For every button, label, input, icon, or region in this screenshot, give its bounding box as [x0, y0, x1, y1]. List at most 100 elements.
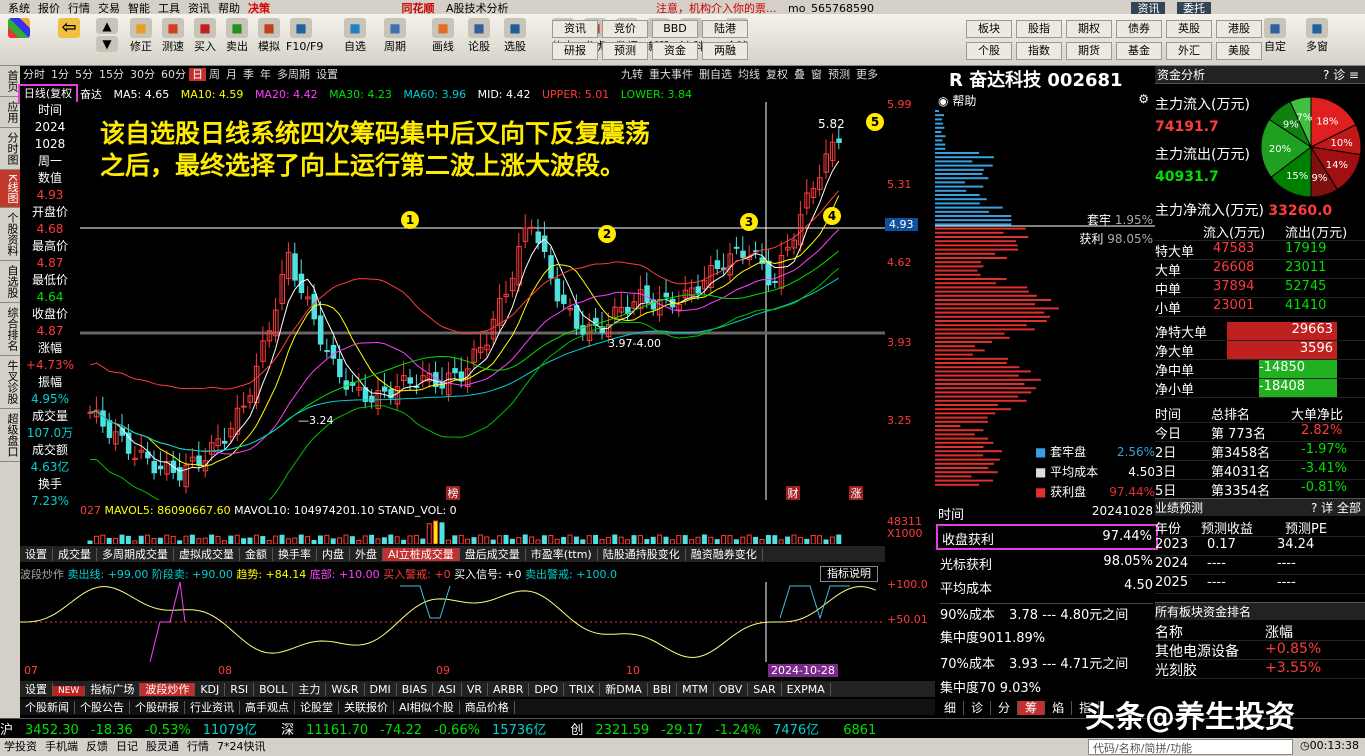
toolbar-button[interactable]: ■ 模拟 [254, 18, 284, 54]
index-quote[interactable]: 创 2321.59 -29.17 -1.24% 7476亿 [570, 723, 831, 738]
side-tab[interactable]: 分时图 [0, 128, 20, 170]
toolbar-button[interactable]: ■ F10/F9 [286, 18, 323, 54]
period-tab[interactable]: 设置 [313, 68, 341, 81]
chart-tool-button[interactable]: 九转 [618, 68, 646, 81]
side-tab[interactable]: 个股资料 [0, 208, 20, 262]
news-tab[interactable]: 个股公告 [75, 701, 130, 714]
news-tab[interactable]: 个股新闻 [20, 701, 75, 714]
indicator-tab[interactable]: W&R [326, 683, 365, 696]
volume-tab[interactable]: AI立桩成交量 [383, 548, 460, 561]
oscillator-chart[interactable] [20, 582, 885, 662]
indicator-tab[interactable]: SAR [748, 683, 782, 696]
bottom-link[interactable]: 反馈 [86, 740, 108, 753]
index-quote[interactable]: 沪 3452.30 -18.36 -0.53% 11079亿 [0, 723, 269, 738]
menu-item[interactable]: 智能 [128, 2, 150, 14]
toolbar-button[interactable]: ■ 周期 [380, 18, 410, 54]
news-tab[interactable]: 个股研报 [130, 701, 185, 714]
toolbar-button[interactable]: ■ 论股 [464, 18, 494, 54]
bottom-link[interactable]: 日记 [116, 740, 138, 753]
period-tab[interactable]: 季 [240, 68, 257, 81]
volume-tab[interactable]: 融资融券变化 [685, 548, 763, 561]
menu-item[interactable]: 资讯 [188, 2, 210, 14]
news-tab[interactable]: 论股堂 [295, 701, 339, 714]
menu-item[interactable]: 行情 [68, 2, 90, 14]
toolbar-button[interactable]: ■ 自选 [340, 18, 370, 54]
indicator-tab[interactable]: BIAS [396, 683, 434, 696]
volume-tab[interactable]: 盘后成交量 [459, 548, 526, 561]
side-tab[interactable]: 首页 [0, 66, 20, 97]
quick-link-button[interactable]: 债券 [1116, 20, 1162, 38]
chart-mode-label[interactable]: 日线(复权 [18, 84, 78, 104]
quick-link-button[interactable]: 英股 [1166, 20, 1212, 38]
chart-tool-button[interactable]: 复权 [763, 68, 791, 81]
quick-link-button[interactable]: 预测 [602, 42, 648, 60]
volume-tab[interactable]: 外盘 [350, 548, 383, 561]
indicator-tab[interactable]: ASI [433, 683, 462, 696]
volume-chart[interactable] [20, 518, 885, 544]
quick-link-button[interactable]: 资讯 [552, 20, 598, 38]
news-tab[interactable]: 商品价格 [459, 701, 515, 714]
news-tab[interactable]: 行业资讯 [185, 701, 240, 714]
volume-tab[interactable]: 成交量 [53, 548, 97, 561]
quick-link-button[interactable]: 资金 [652, 42, 698, 60]
menu-item[interactable]: 报价 [38, 2, 60, 14]
menu-item[interactable]: 交易 [98, 2, 120, 14]
toolbar-button[interactable]: ■ 买入 [190, 18, 220, 54]
menu-item[interactable]: 系统 [8, 2, 30, 14]
bottom-link[interactable]: 学投资 [4, 740, 37, 753]
indicator-tab[interactable]: BOLL [254, 683, 294, 696]
quick-link-button[interactable]: 板块 [966, 20, 1012, 38]
period-tab[interactable]: 月 [223, 68, 240, 81]
volume-tab[interactable]: 市盈率(ttm) [525, 548, 598, 561]
chip-tab[interactable]: 焰 [1045, 701, 1073, 715]
bottom-link[interactable]: 7*24快讯 [217, 740, 266, 753]
quick-link-button[interactable]: 基金 [1116, 42, 1162, 60]
indicator-tab[interactable]: RSI [225, 683, 255, 696]
volume-tab[interactable]: 陆股通持股变化 [597, 548, 686, 561]
side-tab[interactable]: 超级盘口 [0, 409, 20, 463]
volume-tab[interactable]: 金额 [240, 548, 273, 561]
news-tab[interactable]: 关联报价 [339, 701, 394, 714]
side-tab[interactable]: 自选股 [0, 261, 20, 304]
search-input[interactable]: 代码/名称/简拼/功能 [1088, 739, 1293, 755]
help-icon[interactable]: ◉ [938, 94, 948, 108]
bottom-link[interactable]: 手机端 [45, 740, 78, 753]
indicator-tab[interactable]: BBI [647, 683, 678, 696]
period-tab[interactable]: 日 [189, 68, 206, 81]
quick-link-button[interactable]: 期货 [1066, 42, 1112, 60]
indicator-tab[interactable]: DPO [529, 683, 565, 696]
chart-tool-button[interactable]: 更多 [853, 68, 881, 81]
up-icon[interactable]: ▲ ▼ [92, 18, 122, 54]
quick-link-button[interactable]: BBD [652, 20, 698, 38]
indicator-tab[interactable]: OBV [713, 683, 749, 696]
perf-all-link[interactable]: 全部 [1337, 501, 1361, 515]
toolbar-button[interactable]: ■ 卖出 [222, 18, 252, 54]
period-tab[interactable]: 周 [206, 68, 223, 81]
indicator-help-button[interactable]: 指标说明 [820, 566, 878, 582]
period-tab[interactable]: 60分 [158, 68, 189, 81]
home-icon[interactable] [4, 18, 34, 40]
quick-link-button[interactable]: 陆港 [702, 20, 748, 38]
user-name[interactable]: mo_565768590 [788, 2, 874, 14]
toolbar-button[interactable]: ■ 修正 [126, 18, 156, 54]
side-tab[interactable]: K线图 [0, 170, 20, 209]
index-quote[interactable]: 深 11161.70 -74.22 -0.66% 15736亿 [281, 723, 558, 738]
volume-tab[interactable]: 设置 [20, 548, 53, 561]
chart-tool-button[interactable]: 窗 [808, 68, 825, 81]
period-tab[interactable]: 30分 [127, 68, 158, 81]
menu-news-button[interactable]: 资讯 [1131, 2, 1166, 14]
quick-link-button[interactable]: 指数 [1016, 42, 1062, 60]
news-tab[interactable]: 高手观点 [240, 701, 295, 714]
volume-tab[interactable]: 虚拟成交量 [174, 548, 240, 561]
indicator-tab[interactable]: TRIX [564, 683, 601, 696]
side-tab[interactable]: 牛叉诊股 [0, 356, 20, 410]
side-tab[interactable]: 应用 [0, 97, 20, 128]
quick-link-button[interactable]: 竞价 [602, 20, 648, 38]
notice-text[interactable]: 注意，机构介入你的票... [656, 2, 777, 14]
volume-tab[interactable]: 多周期成交量 [97, 548, 174, 561]
bottom-link[interactable]: 行情 [187, 740, 209, 753]
perf-help-icon[interactable]: ? [1311, 501, 1321, 515]
fund-header-icons[interactable]: ? 诊 ≡ [1323, 66, 1359, 83]
chip-tab[interactable]: 筹 [1018, 701, 1046, 715]
menu-item[interactable]: 工具 [158, 2, 180, 14]
